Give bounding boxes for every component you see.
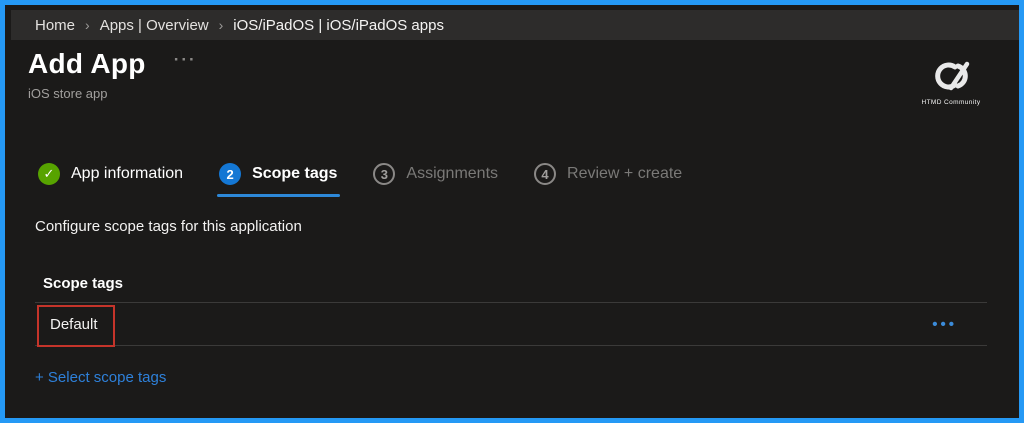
chevron-right-icon: › bbox=[85, 17, 90, 33]
tab-review-create[interactable]: 4 Review + create bbox=[534, 163, 682, 197]
page-title: Add App bbox=[28, 48, 146, 79]
step-number-badge: 4 bbox=[534, 163, 557, 185]
tab-assignments[interactable]: 3 Assignments bbox=[373, 163, 498, 197]
wizard-steps: ✓ App information 2 Scope tags 3 Assignm… bbox=[38, 163, 682, 197]
step-number-badge: 2 bbox=[219, 163, 242, 185]
tab-scope-tags[interactable]: 2 Scope tags bbox=[217, 163, 341, 197]
active-tab-underline bbox=[217, 194, 341, 197]
page-header: Add App ··· iOS store app bbox=[28, 48, 197, 101]
chevron-right-icon: › bbox=[218, 17, 224, 33]
more-options-icon[interactable]: ··· bbox=[174, 50, 197, 70]
page-subtitle: iOS store app bbox=[28, 86, 108, 101]
check-icon: ✓ bbox=[38, 163, 60, 185]
breadcrumb-item-home[interactable]: Home bbox=[35, 17, 75, 34]
intune-add-app-window: Home › Apps | Overview › iOS/iPadOS | iO… bbox=[0, 0, 1024, 423]
breadcrumb-item-ios-apps[interactable]: iOS/iPadOS | iOS/iPadOS apps bbox=[233, 17, 444, 34]
scope-tag-row: Default ••• bbox=[35, 302, 987, 346]
tab-label: Assignments bbox=[406, 165, 499, 182]
scope-tags-description: Configure scope tags for this applicatio… bbox=[35, 218, 302, 235]
row-context-menu-icon[interactable]: ••• bbox=[932, 317, 987, 332]
step-number-badge: 3 bbox=[373, 163, 396, 185]
htmd-community-logo: HTMD Community bbox=[913, 60, 989, 106]
htmd-logo-icon bbox=[935, 61, 970, 91]
breadcrumb: Home › Apps | Overview › iOS/iPadOS | iO… bbox=[11, 10, 1019, 40]
tab-label: App information bbox=[71, 165, 184, 182]
breadcrumb-item-apps-overview[interactable]: Apps | Overview bbox=[100, 17, 209, 34]
scope-tags-column-header: Scope tags bbox=[43, 275, 124, 292]
scope-tag-value: Default bbox=[50, 315, 98, 333]
tab-app-information[interactable]: ✓ App information bbox=[38, 163, 183, 197]
tab-label: Scope tags bbox=[252, 165, 338, 182]
htmd-logo-label: HTMD Community bbox=[921, 99, 981, 106]
tab-label: Review + create bbox=[567, 165, 683, 182]
select-scope-tags-link[interactable]: + Select scope tags bbox=[35, 369, 166, 386]
